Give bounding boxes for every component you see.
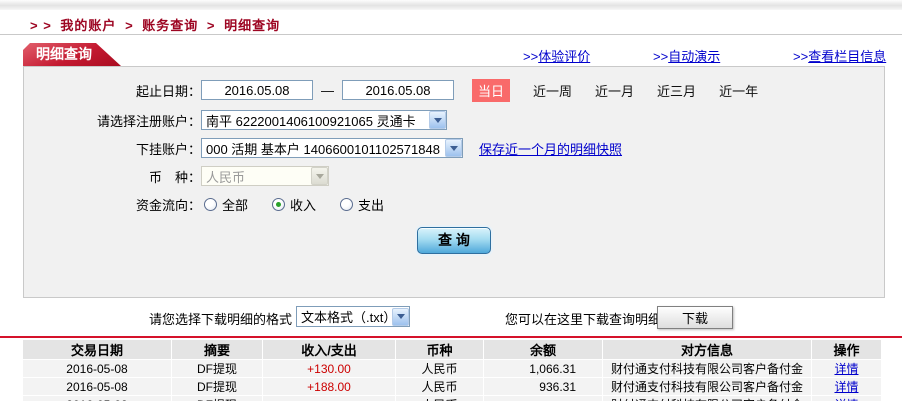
- experience-rating-link[interactable]: >>体验评价: [523, 46, 590, 65]
- cell-balance: 936.31: [484, 378, 602, 395]
- auto-demo-link[interactable]: >>自动演示: [653, 46, 720, 65]
- breadcrumb-separator: >: [206, 18, 216, 33]
- fund-flow-row: 资金流向： 全部 收入 支出: [24, 193, 884, 215]
- query-button[interactable]: 查 询: [417, 226, 491, 254]
- query-form-panel: 起止日期： — 当日 近一周 近一月 近三月 近一年 请选择注册账户： 南平 6…: [23, 66, 885, 298]
- cell-currency: 人民币: [396, 396, 483, 401]
- quick-range-year[interactable]: 近一年: [719, 81, 758, 100]
- cell-counterparty: 财付通支付科技有限公司客户备付金: [603, 360, 811, 377]
- col-header-counterparty: 对方信息: [603, 340, 811, 359]
- cell-action: 详情: [812, 396, 881, 401]
- chevron-down-icon: [311, 167, 328, 185]
- chevron-down-icon[interactable]: [429, 111, 446, 129]
- flow-radio-all[interactable]: 全部: [204, 195, 248, 214]
- registered-account-label: 请选择注册账户：: [96, 113, 201, 129]
- save-monthly-snapshot-link[interactable]: 保存近一个月的明细快照: [479, 139, 622, 158]
- sub-account-select[interactable]: 000 活期 基本户 1406600101102571848: [201, 138, 463, 158]
- registered-account-value: 南平 6222001406100921065 灵通卡: [206, 113, 416, 129]
- col-header-amount: 收入/支出: [263, 340, 395, 359]
- cell-amount: +130.00: [263, 360, 395, 377]
- divider: [0, 34, 902, 35]
- flow-radio-expense[interactable]: 支出: [340, 195, 384, 214]
- cell-date: 2016-05-08: [23, 396, 171, 401]
- cell-balance: 1,066.31: [484, 360, 602, 377]
- breadcrumb-prefix: > >: [30, 18, 52, 33]
- col-header-balance: 余额: [484, 340, 602, 359]
- date-range-label: 起止日期：: [135, 83, 201, 99]
- breadcrumb-item-account-query[interactable]: 账务查询: [142, 18, 198, 33]
- cell-summary: DF提现: [172, 378, 262, 395]
- date-from-input[interactable]: [201, 80, 313, 100]
- chevron-down-icon[interactable]: [445, 139, 462, 157]
- flow-radio-income-label: 收入: [290, 197, 317, 213]
- radio-icon: [340, 197, 354, 211]
- sub-account-label: 下挂账户：: [135, 141, 201, 157]
- table-row: 2016-05-08 DF提现 +188.00 人民币 936.31 财付通支付…: [23, 378, 881, 395]
- currency-value: 人民币: [206, 169, 246, 185]
- cell-date: 2016-05-08: [23, 360, 171, 377]
- detail-link[interactable]: 详情: [834, 362, 858, 376]
- radio-checked-icon: [272, 197, 286, 211]
- view-column-info-link[interactable]: >>查看栏目信息: [793, 46, 886, 65]
- cell-summary: DF提现: [172, 360, 262, 377]
- fund-flow-label: 资金流向：: [135, 197, 201, 213]
- download-format-value: 文本格式（.txt）: [301, 310, 392, 325]
- cell-summary: DF提现: [172, 396, 262, 401]
- cell-counterparty: 财付通支付科技有限公司客户备付金: [603, 396, 811, 401]
- sub-account-row: 下挂账户： 000 活期 基本户 1406600101102571848 保存近…: [24, 137, 884, 159]
- sub-account-value: 000 活期 基本户 1406600101102571848: [206, 141, 440, 157]
- cell-date: 2016-05-08: [23, 378, 171, 395]
- registered-account-row: 请选择注册账户： 南平 6222001406100921065 灵通卡: [24, 109, 884, 131]
- cell-action: 详情: [812, 378, 881, 395]
- col-header-date: 交易日期: [23, 340, 171, 359]
- breadcrumb-item-detail-query[interactable]: 明细查询: [224, 18, 280, 33]
- breadcrumb-separator: >: [125, 18, 134, 33]
- cell-amount: [263, 396, 395, 401]
- header-links: >>体验评价 >>自动演示 >>查看栏目信息: [0, 46, 902, 65]
- quick-range-week[interactable]: 近一周: [533, 81, 572, 100]
- cell-currency: 人民币: [396, 378, 483, 395]
- download-format-label: 请您选择下载明细的格式: [148, 312, 292, 327]
- transaction-table: 交易日期 摘要 收入/支出 币种 余额 对方信息 操作 2016-05-08 D…: [22, 339, 882, 401]
- col-header-summary: 摘要: [172, 340, 262, 359]
- download-format-select[interactable]: 文本格式（.txt）: [296, 306, 410, 327]
- quick-range-month[interactable]: 近一月: [595, 81, 634, 100]
- chevron-down-icon[interactable]: [392, 307, 409, 326]
- detail-query-page: > > 我的账户 > 账务查询 > 明细查询 明细查询 >>体验评价 >>自动演…: [0, 0, 902, 401]
- table-header-row: 交易日期 摘要 收入/支出 币种 余额 对方信息 操作: [23, 340, 881, 359]
- col-header-action: 操作: [812, 340, 881, 359]
- quick-range-quarter[interactable]: 近三月: [657, 81, 696, 100]
- flow-radio-all-label: 全部: [222, 197, 249, 213]
- breadcrumb: > > 我的账户 > 账务查询 > 明细查询: [30, 15, 284, 34]
- cell-action: 详情: [812, 360, 881, 377]
- col-header-currency: 币种: [396, 340, 483, 359]
- table-row: 2016-05-08 DF提现 +130.00 人民币 1,066.31 财付通…: [23, 360, 881, 377]
- flow-radio-expense-label: 支出: [358, 197, 385, 213]
- top-gradient-bar: [0, 0, 902, 10]
- currency-select-disabled: 人民币: [201, 166, 329, 186]
- registered-account-select[interactable]: 南平 6222001406100921065 灵通卡: [201, 110, 447, 130]
- download-button[interactable]: 下载: [657, 306, 733, 329]
- date-to-input[interactable]: [342, 80, 454, 100]
- cell-currency: 人民币: [396, 360, 483, 377]
- detail-link[interactable]: 详情: [834, 380, 858, 394]
- breadcrumb-item-my-account[interactable]: 我的账户: [60, 18, 116, 33]
- cell-balance: [484, 396, 602, 401]
- flow-radio-income[interactable]: 收入: [272, 195, 316, 214]
- download-row: 请您选择下载明细的格式 文本格式（.txt） 您可以在这里下载查询明细结果 下载: [0, 304, 902, 332]
- table-row-partial: 2016-05-08 DF提现 人民币 财付通支付科技有限公司客户备付金 详情: [23, 396, 881, 401]
- currency-row: 币 种： 人民币: [24, 165, 884, 187]
- date-dash: —: [321, 82, 334, 98]
- currency-label: 币 种：: [148, 169, 201, 185]
- date-range-row: 起止日期： — 当日 近一周 近一月 近三月 近一年: [24, 78, 884, 102]
- table-top-red-line: [0, 336, 902, 338]
- query-button-row: 查 询: [24, 226, 884, 254]
- quick-range-today[interactable]: 当日: [472, 78, 511, 102]
- radio-icon: [204, 197, 217, 211]
- cell-amount: +188.00: [263, 378, 395, 395]
- cell-counterparty: 财付通支付科技有限公司客户备付金: [603, 378, 811, 395]
